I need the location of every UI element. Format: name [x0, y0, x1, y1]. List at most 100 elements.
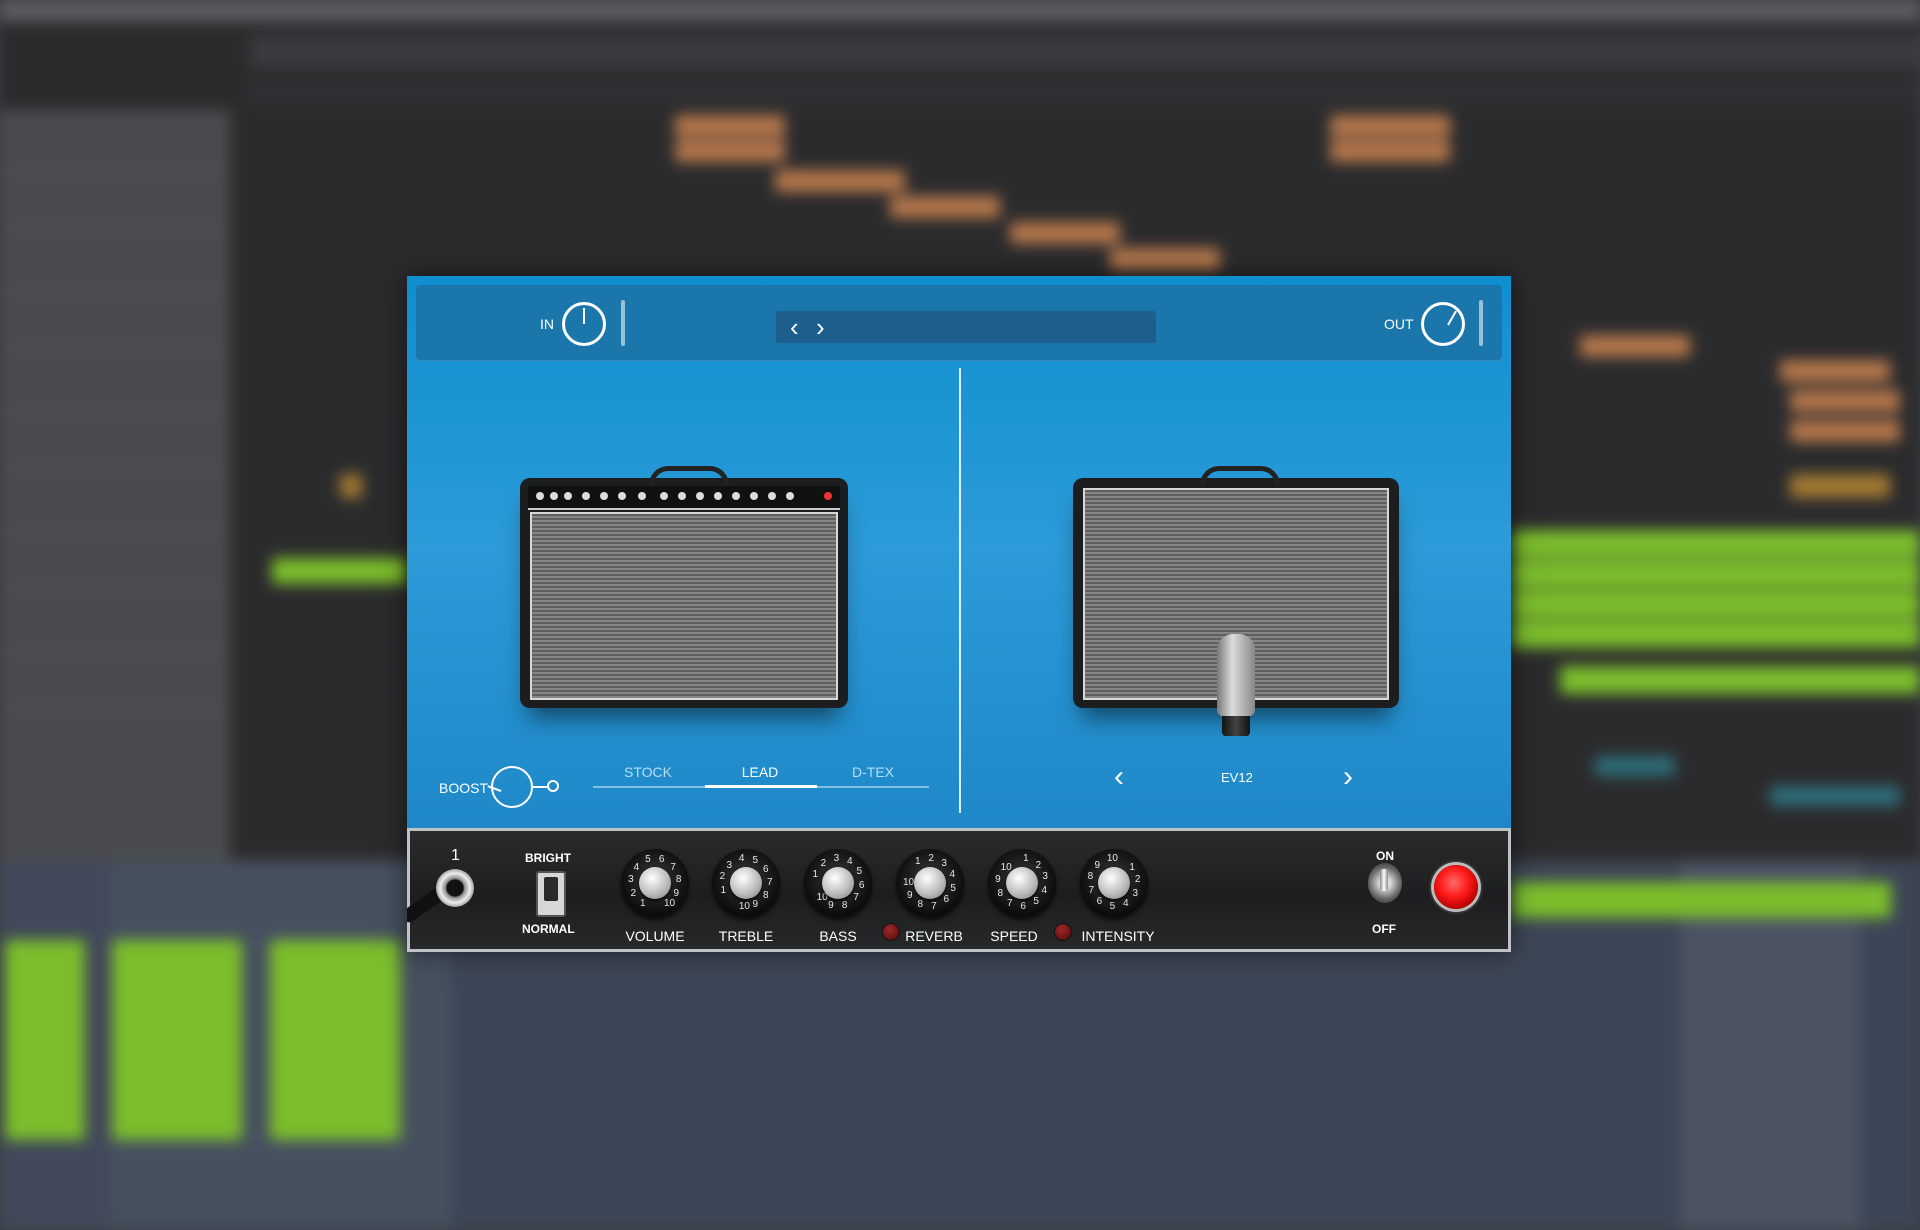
knob-scale-number: 2 [1134, 874, 1141, 886]
input-meter [621, 300, 625, 346]
knob-scale-number: 3 [726, 859, 733, 871]
knob-scale-number: 1 [720, 885, 726, 897]
microphone-icon[interactable] [1217, 634, 1255, 716]
daw-region [1790, 474, 1890, 498]
knob-scale-number: 5 [1109, 900, 1116, 912]
boost-knob[interactable] [487, 766, 533, 808]
knob-scale-number: 3 [1132, 887, 1138, 899]
volume-label: VOLUME [625, 928, 685, 944]
knob-scale-number: 2 [928, 853, 934, 865]
previous-cabinet-icon[interactable]: ‹ [1114, 762, 1124, 792]
knob-scale-number: 6 [658, 854, 665, 865]
knob-scale-number: 6 [943, 894, 950, 906]
daw-region [272, 558, 407, 584]
daw-region [890, 196, 1000, 218]
knob-scale-number: 6 [1096, 896, 1103, 908]
amp-plugin-window: IN ‹ › OUT BOOST STOCK LEAD D-TEX ‹ EV12… [407, 276, 1511, 952]
knob-scale-number: 8 [841, 899, 848, 911]
amp-grille [530, 512, 838, 700]
boost-label: BOOST [439, 780, 489, 796]
knob-scale-number: 2 [1035, 859, 1042, 871]
knob-scale-number: 1 [1129, 861, 1135, 873]
daw-topbar [0, 0, 1920, 22]
knob-scale-number: 3 [833, 853, 840, 865]
knob-scale-number: 6 [763, 863, 769, 875]
knob-scale-number: 7 [931, 900, 937, 912]
knob-scale-number: 9 [1094, 859, 1101, 871]
knob-scale-number: 1 [812, 868, 818, 880]
knob-scale-number: 8 [997, 887, 1004, 899]
daw-region [1790, 420, 1900, 442]
reverb-knob[interactable]: 1 2 3 4 5 6 7 8 9 10 [896, 849, 964, 917]
on-label: ON [1376, 849, 1394, 863]
power-light[interactable] [1434, 865, 1478, 909]
knob-scale-number: 5 [950, 882, 956, 894]
knob-scale-number: 4 [847, 856, 853, 868]
reverb-label: REVERB [905, 928, 963, 944]
knob-scale-number: 7 [1007, 897, 1013, 909]
knob-scale-number: 1 [915, 856, 921, 868]
knob-scale-number: 7 [1088, 885, 1094, 897]
intensity-knob[interactable]: 1 2 3 4 5 6 7 8 9 10 [1080, 849, 1148, 917]
amp-model[interactable] [520, 478, 848, 708]
output-level-knob[interactable] [1421, 302, 1465, 346]
daw-region [1110, 248, 1220, 270]
previous-preset-icon[interactable]: ‹ [790, 314, 799, 340]
channel-tab-indicator [705, 785, 817, 788]
daw-region [775, 170, 905, 192]
tab-d-tex[interactable]: D-TEX [818, 764, 928, 780]
next-preset-icon[interactable]: › [816, 314, 825, 340]
preset-selector[interactable]: ‹ › [776, 311, 1156, 343]
daw-region [1330, 115, 1450, 137]
knob-scale-number: 5 [856, 866, 862, 878]
input-jack [436, 869, 474, 907]
knob-scale-number: 2 [820, 857, 827, 869]
knob-scale-number: 9 [828, 899, 834, 911]
daw-ruler [250, 36, 1920, 68]
knob-scale-number: 5 [752, 854, 759, 866]
bass-label: BASS [819, 928, 857, 944]
bright-switch[interactable] [536, 871, 566, 917]
knob-scale-number: 1 [1023, 853, 1029, 865]
knob-scale-number: 9 [752, 899, 759, 911]
knob-scale-number: 4 [738, 853, 745, 865]
panel-divider [959, 368, 961, 813]
speed-label: SPEED [990, 928, 1038, 944]
tab-stock[interactable]: STOCK [593, 764, 703, 780]
knob-scale-number: 8 [917, 899, 924, 911]
amp-handle [649, 466, 729, 485]
knob-scale-number: 10 [1106, 853, 1118, 865]
tab-lead[interactable]: LEAD [705, 764, 815, 780]
speed-knob[interactable]: 1 2 3 4 5 6 7 8 9 10 [988, 849, 1056, 917]
treble-knob[interactable]: 1 2 3 4 5 6 7 8 9 10 [712, 849, 780, 917]
daw-region [1511, 882, 1891, 918]
daw-region [1595, 756, 1675, 776]
knob-scale-number: 2 [630, 887, 637, 899]
toggle-lever [1380, 869, 1388, 891]
boost-level-indicator [533, 786, 547, 788]
knob-scale-number: 8 [675, 874, 682, 886]
knob-scale-number: 5 [1033, 896, 1039, 908]
knob-scale-number: 3 [941, 857, 947, 869]
knob-scale-number: 8 [763, 890, 769, 902]
bass-knob[interactable]: 1 2 3 4 5 6 7 8 9 10 [804, 849, 872, 917]
knob-scale-number: 3 [1042, 871, 1048, 883]
knob-scale-number: 4 [949, 868, 956, 880]
daw-region [1580, 335, 1690, 357]
next-cabinet-icon[interactable]: › [1343, 762, 1353, 792]
treble-label: TREBLE [718, 928, 774, 944]
knob-scale-number: 2 [719, 871, 726, 883]
daw-region [675, 115, 785, 137]
knob-scale-number: 10 [903, 877, 915, 888]
bright-label: BRIGHT [525, 851, 571, 865]
daw-region [1511, 560, 1920, 588]
input-level-knob[interactable] [562, 302, 606, 346]
volume-knob[interactable]: 1 2 3 4 5 6 7 8 9 10 [621, 849, 689, 917]
knob-scale-number: 7 [853, 892, 859, 904]
daw-region [1010, 222, 1120, 244]
output-meter [1479, 300, 1483, 346]
daw-track-list [0, 110, 230, 860]
vibrato-led [1054, 923, 1072, 941]
daw-region [112, 940, 242, 1140]
daw-region [1511, 530, 1920, 558]
